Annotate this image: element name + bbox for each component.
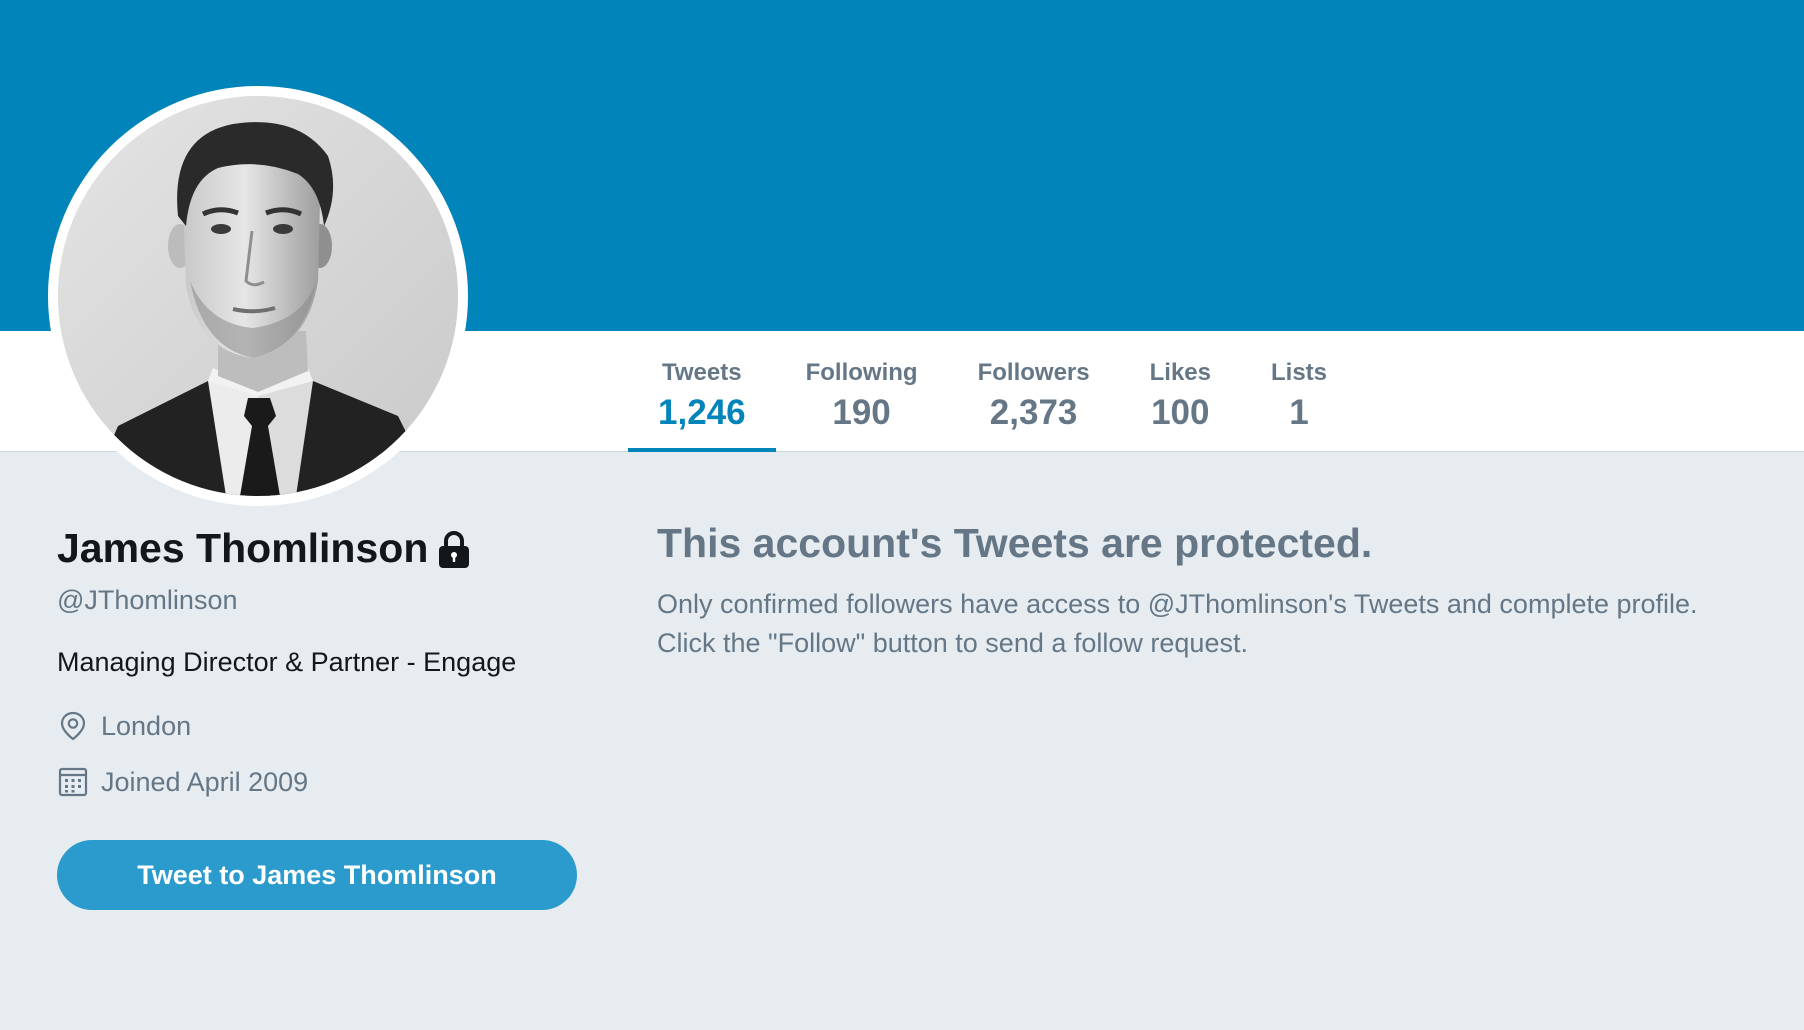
- avatar-portrait-image: [58, 96, 458, 496]
- avatar-photo: [58, 96, 458, 496]
- profile-avatar[interactable]: [48, 86, 468, 506]
- stat-tweets[interactable]: Tweets 1,246: [628, 331, 776, 452]
- stat-label: Tweets: [662, 359, 742, 386]
- protected-line-2: Click the "Follow" button to send a foll…: [657, 628, 1248, 658]
- location-text: London: [101, 711, 192, 741]
- stat-value: 190: [832, 393, 891, 432]
- lock-icon: [439, 531, 470, 568]
- stat-value: 1: [1289, 393, 1309, 432]
- stat-label: Following: [805, 359, 918, 386]
- stat-label: Likes: [1149, 359, 1211, 386]
- profile-card: James Thomlinson @JThomlinson Managing D…: [57, 520, 577, 910]
- stat-lists[interactable]: Lists 1: [1241, 331, 1357, 452]
- protected-line-1: Only confirmed followers have access to …: [657, 589, 1698, 619]
- profile-stats: Tweets 1,246 Following 190 Followers 2,3…: [628, 331, 1357, 452]
- stat-label: Lists: [1270, 359, 1327, 386]
- location-pin-icon: [60, 711, 86, 741]
- stat-followers[interactable]: Followers 2,373: [948, 331, 1120, 452]
- name-row: James Thomlinson: [57, 520, 577, 576]
- joined-text: Joined April 2009: [101, 767, 309, 797]
- protected-message: Only confirmed followers have access to …: [657, 585, 1767, 663]
- profile-location: London: [57, 708, 577, 744]
- protected-notice: This account's Tweets are protected. Onl…: [657, 515, 1767, 663]
- calendar-icon: [58, 767, 88, 797]
- stat-value: 2,373: [989, 393, 1078, 432]
- profile-bio: Managing Director & Partner - Engage: [57, 647, 517, 677]
- tweet-to-button[interactable]: Tweet to James Thomlinson: [57, 840, 577, 910]
- stat-value: 1,246: [658, 393, 746, 432]
- stat-label: Followers: [977, 359, 1090, 386]
- profile-joined: Joined April 2009: [57, 764, 577, 800]
- profile-handle[interactable]: @JThomlinson: [57, 582, 577, 618]
- stat-likes[interactable]: Likes 100: [1120, 331, 1241, 452]
- stat-following[interactable]: Following 190: [776, 331, 948, 452]
- profile-name[interactable]: James Thomlinson: [57, 520, 428, 576]
- stat-value: 100: [1151, 393, 1210, 432]
- protected-title: This account's Tweets are protected.: [657, 520, 1373, 566]
